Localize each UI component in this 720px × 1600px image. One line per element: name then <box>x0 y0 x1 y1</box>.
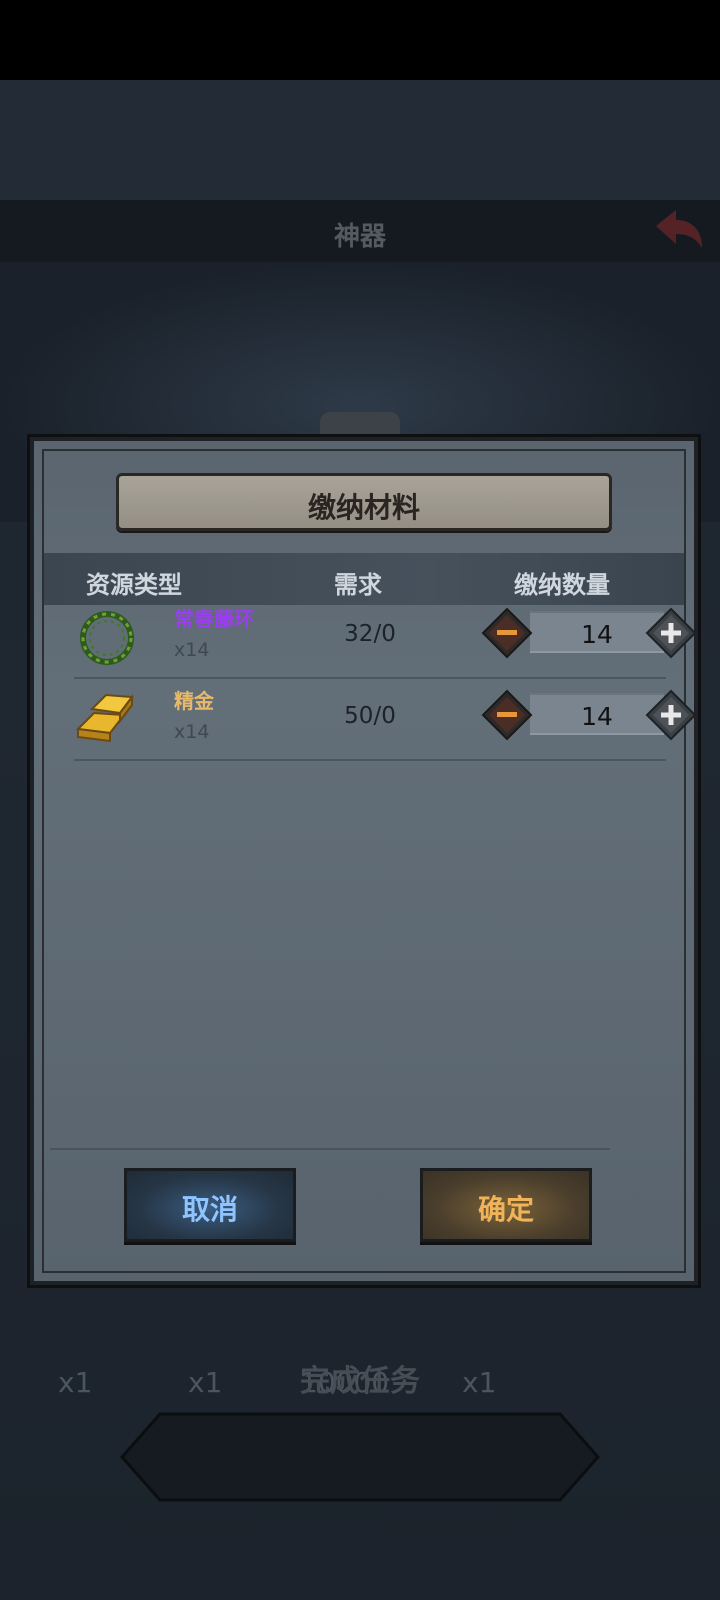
minus-icon[interactable] <box>481 689 533 741</box>
back-arrow-icon[interactable] <box>648 204 708 256</box>
dialog-title: 缴纳材料 <box>307 491 420 524</box>
quantity-value: 14 <box>581 702 613 731</box>
item-requirement: 32/0 <box>344 621 396 647</box>
cancel-label: 取消 <box>181 1193 238 1226</box>
item-name: 常春藤环 <box>174 607 254 631</box>
submit-materials-dialog: 缴纳材料 资源类型 需求 缴纳数量 常春藤环 x14 32/0 14 精金 x1… <box>30 437 698 1285</box>
item-owned-qty: x14 <box>174 639 210 661</box>
item-owned-qty: x14 <box>174 721 210 743</box>
item-requirement: 50/0 <box>344 703 396 729</box>
laurel-wreath-icon <box>80 611 134 665</box>
quantity-stepper[interactable]: 14 <box>530 611 664 653</box>
minus-icon[interactable] <box>481 607 533 659</box>
item-name: 精金 <box>174 689 214 713</box>
confirm-label: 确定 <box>477 1193 534 1226</box>
plus-icon[interactable] <box>645 607 697 659</box>
quantity-stepper[interactable]: 14 <box>530 693 664 735</box>
table-row: 精金 x14 50/0 14 <box>74 677 697 761</box>
table-row: 常春藤环 x14 32/0 14 <box>74 595 697 679</box>
plus-icon[interactable] <box>645 689 697 741</box>
top-band <box>0 80 720 200</box>
confirm-button[interactable]: 确定 <box>420 1168 592 1242</box>
page-title: 神器 <box>333 222 386 252</box>
complete-task-button[interactable]: 完成任务 <box>0 1356 720 1400</box>
cancel-button[interactable]: 取消 <box>124 1168 296 1242</box>
status-bar <box>0 0 720 80</box>
complete-task-button-shape <box>120 1412 600 1502</box>
gold-bars-icon <box>75 693 134 743</box>
divider <box>50 1148 610 1150</box>
dialog-title-plate: 缴纳材料 <box>116 473 612 531</box>
quantity-value: 14 <box>581 620 613 649</box>
